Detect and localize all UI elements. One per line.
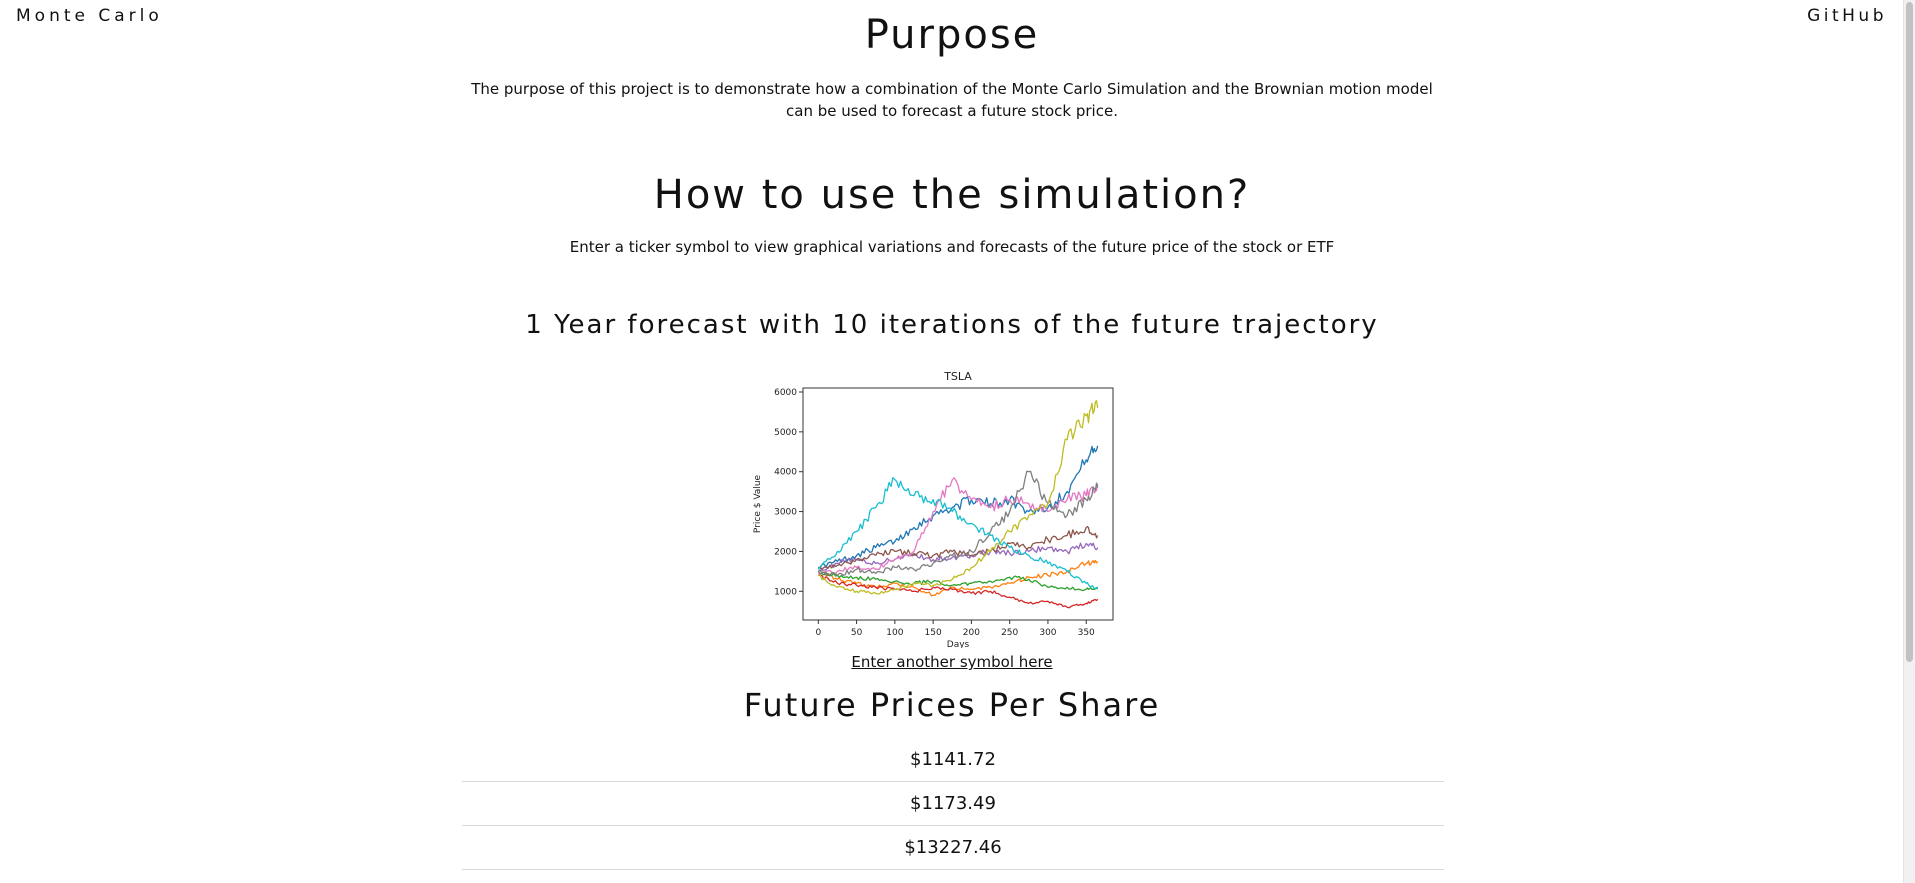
x-tick-label: 350 [1078,628,1095,638]
future-prices-list: $1141.72 $1173.49 $13227.46 [462,738,1444,870]
price-row: $1141.72 [462,738,1444,782]
x-tick-label: 200 [963,628,980,638]
price-row: $1173.49 [462,782,1444,826]
forecast-heading: 1 Year forecast with 10 iterations of th… [525,310,1379,340]
chart-title: TSLA [943,370,972,383]
series-line [817,569,1099,592]
purpose-heading: Purpose [864,12,1040,58]
x-tick-label: 0 [815,628,821,638]
scrollbar-thumb[interactable] [1906,2,1913,662]
x-axis-label: Days [947,640,970,648]
y-axis-label: Price $ Value [753,474,763,533]
x-tick-label: 50 [851,628,863,638]
howto-heading: How to use the simulation? [653,172,1251,218]
enter-another-symbol-link[interactable]: Enter another symbol here [0,653,1904,671]
y-tick-label: 6000 [774,388,797,398]
x-tick-label: 150 [925,628,942,638]
future-prices-heading: Future Prices Per Share [743,686,1161,724]
chart-svg: TSLA 0 50 100 150 200 250 300 350 1000 2000 3000 400… [753,370,1114,648]
y-tick-label: 2000 [774,547,797,557]
purpose-text: The purpose of this project is to demons… [471,80,1433,120]
x-tick-label: 300 [1039,628,1056,638]
x-tick-label: 250 [1001,628,1018,638]
y-tick-label: 3000 [774,508,797,518]
y-tick-label: 1000 [774,587,797,597]
forecast-chart: TSLA 0 50 100 150 200 250 300 350 1000 2000 3000 400… [750,366,1120,648]
x-tick-label: 100 [886,628,903,638]
y-tick-label: 4000 [774,468,797,478]
scrollbar[interactable] [1903,0,1915,883]
price-row: $13227.46 [462,826,1444,870]
howto-text: Enter a ticker symbol to view graphical … [569,238,1335,256]
y-tick-label: 5000 [774,428,797,438]
